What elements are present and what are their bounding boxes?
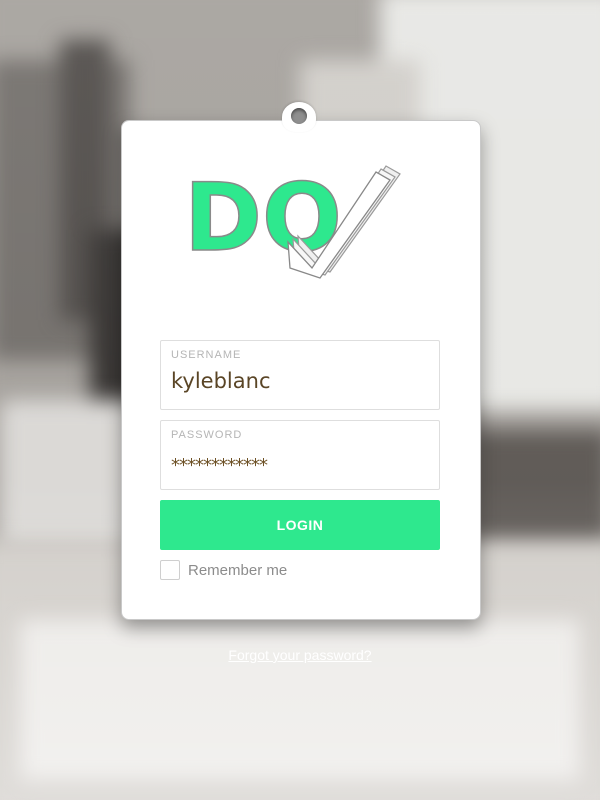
username-field[interactable]: USERNAME <box>160 340 440 410</box>
remember-label: Remember me <box>188 561 288 579</box>
password-label: PASSWORD <box>171 429 243 441</box>
remember-me[interactable]: Remember me <box>160 560 287 580</box>
forgot-password-link[interactable]: Forgot your password? <box>0 647 600 663</box>
username-input[interactable] <box>171 369 429 393</box>
remember-checkbox[interactable] <box>160 560 180 580</box>
app-logo: DO <box>183 163 401 279</box>
login-button[interactable]: LOGIN <box>160 500 440 550</box>
card-hole <box>291 108 307 124</box>
username-label: USERNAME <box>171 349 242 361</box>
logo-text: DO <box>184 164 342 273</box>
password-field[interactable]: PASSWORD <box>160 420 440 490</box>
password-input[interactable] <box>171 455 429 476</box>
